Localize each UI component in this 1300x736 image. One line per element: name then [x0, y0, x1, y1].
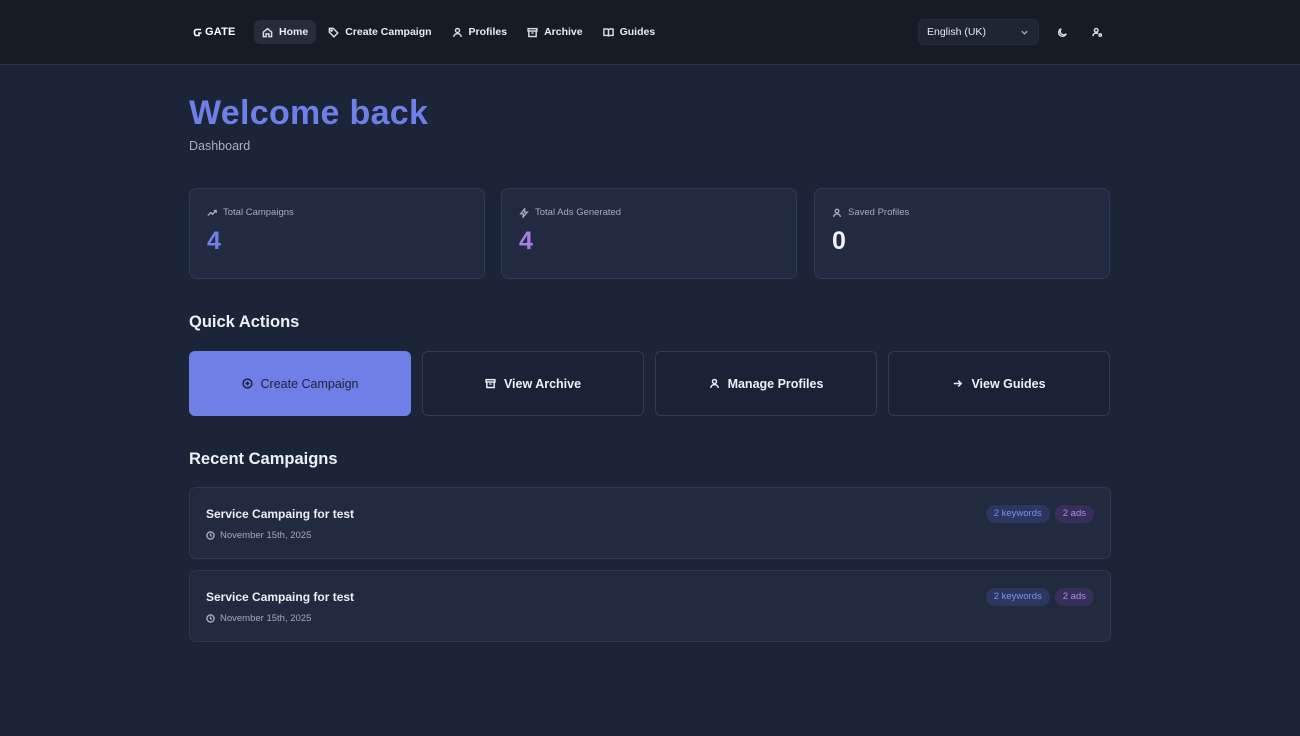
quick-actions-heading: Quick Actions [189, 313, 300, 331]
stat-label-row: Saved Profiles [832, 207, 909, 218]
stat-label-row: Total Campaigns [207, 207, 294, 218]
nav-item-label: Guides [619, 26, 656, 38]
recent-campaigns-heading: Recent Campaigns [189, 450, 338, 468]
button-label: Create Campaign [260, 376, 359, 391]
campaign-badges: 2 keywords 2 ads [985, 505, 1094, 523]
clock-icon [206, 531, 215, 540]
theme-toggle-button[interactable] [1052, 22, 1072, 42]
language-value: English (UK) [927, 26, 986, 38]
user-icon [709, 378, 719, 388]
plus-circle-icon [241, 378, 253, 389]
button-label: View Archive [503, 376, 582, 391]
keywords-badge: 2 keywords [985, 588, 1050, 606]
stat-value: 4 [519, 227, 533, 255]
account-button[interactable] [1087, 22, 1107, 42]
ads-badge: 2 ads [1054, 588, 1094, 606]
user-icon [452, 27, 462, 37]
zap-icon [519, 207, 529, 218]
campaign-title: Service Campaing for test [206, 590, 355, 604]
nav-item-label: Archive [544, 26, 583, 38]
archive-icon [527, 27, 538, 37]
ads-badge: 2 ads [1054, 505, 1094, 523]
trending-up-icon [207, 209, 217, 216]
stat-card-total-ads: Total Ads Generated 4 [501, 188, 797, 279]
nav-item-profiles[interactable]: Profiles [444, 20, 516, 44]
book-icon [602, 27, 614, 37]
nav-item-home[interactable]: Home [254, 20, 317, 44]
campaign-badges: 2 keywords 2 ads [985, 588, 1094, 606]
campaign-title: Service Campaing for test [206, 507, 355, 521]
user-icon [833, 208, 841, 217]
stat-label: Total Ads Generated [535, 207, 622, 218]
manage-profiles-button[interactable]: Manage Profiles [655, 351, 877, 416]
stat-card-saved-profiles: Saved Profiles 0 [814, 188, 1110, 279]
create-campaign-button[interactable]: Create Campaign [189, 351, 411, 416]
logo[interactable]: GATE [193, 24, 236, 40]
logo-text: GATE [205, 26, 236, 38]
campaign-card[interactable]: Service Campaing for test November 15th,… [189, 487, 1111, 559]
user-settings-icon [1091, 27, 1102, 37]
campaign-date: November 15th, 2025 [220, 530, 312, 541]
campaign-date: November 15th, 2025 [220, 613, 312, 624]
nav-item-archive[interactable]: Archive [519, 20, 591, 44]
stat-card-total-campaigns: Total Campaigns 4 [189, 188, 485, 279]
stat-label-row: Total Ads Generated [519, 207, 621, 218]
chevron-down-icon [1021, 30, 1028, 35]
stat-label: Total Campaigns [223, 207, 294, 218]
campaign-card[interactable]: Service Campaing for test November 15th,… [189, 570, 1111, 642]
nav-item-guides[interactable]: Guides [595, 20, 664, 44]
campaign-date-row: November 15th, 2025 [206, 530, 311, 541]
moon-icon [1057, 27, 1067, 37]
nav-item-label: Home [279, 26, 309, 38]
top-navigation-bar: GATE Home Create Campaign Profiles Archi… [0, 0, 1300, 65]
page-title: Welcome back [189, 94, 429, 132]
nav-item-label: Profiles [468, 26, 508, 38]
arrow-right-icon [954, 380, 963, 387]
keywords-badge: 2 keywords [985, 505, 1050, 523]
archive-icon [485, 378, 496, 389]
view-archive-button[interactable]: View Archive [422, 351, 644, 416]
logo-icon [193, 28, 202, 36]
nav-item-label: Create Campaign [345, 26, 432, 38]
tag-icon [328, 27, 340, 38]
home-icon [262, 27, 273, 37]
button-label: Manage Profiles [727, 376, 824, 391]
stat-value: 0 [832, 227, 846, 255]
view-guides-button[interactable]: View Guides [888, 351, 1110, 416]
campaign-date-row: November 15th, 2025 [206, 613, 311, 624]
main-nav: Home Create Campaign Profiles Archive Gu… [254, 20, 663, 44]
clock-icon [206, 614, 215, 623]
language-select[interactable]: English (UK) [918, 19, 1039, 45]
nav-item-create-campaign[interactable]: Create Campaign [320, 20, 439, 44]
stat-value: 4 [207, 227, 221, 255]
button-label: View Guides [971, 376, 1046, 391]
page-subtitle: Dashboard [189, 139, 251, 153]
stat-label: Saved Profiles [848, 207, 910, 218]
